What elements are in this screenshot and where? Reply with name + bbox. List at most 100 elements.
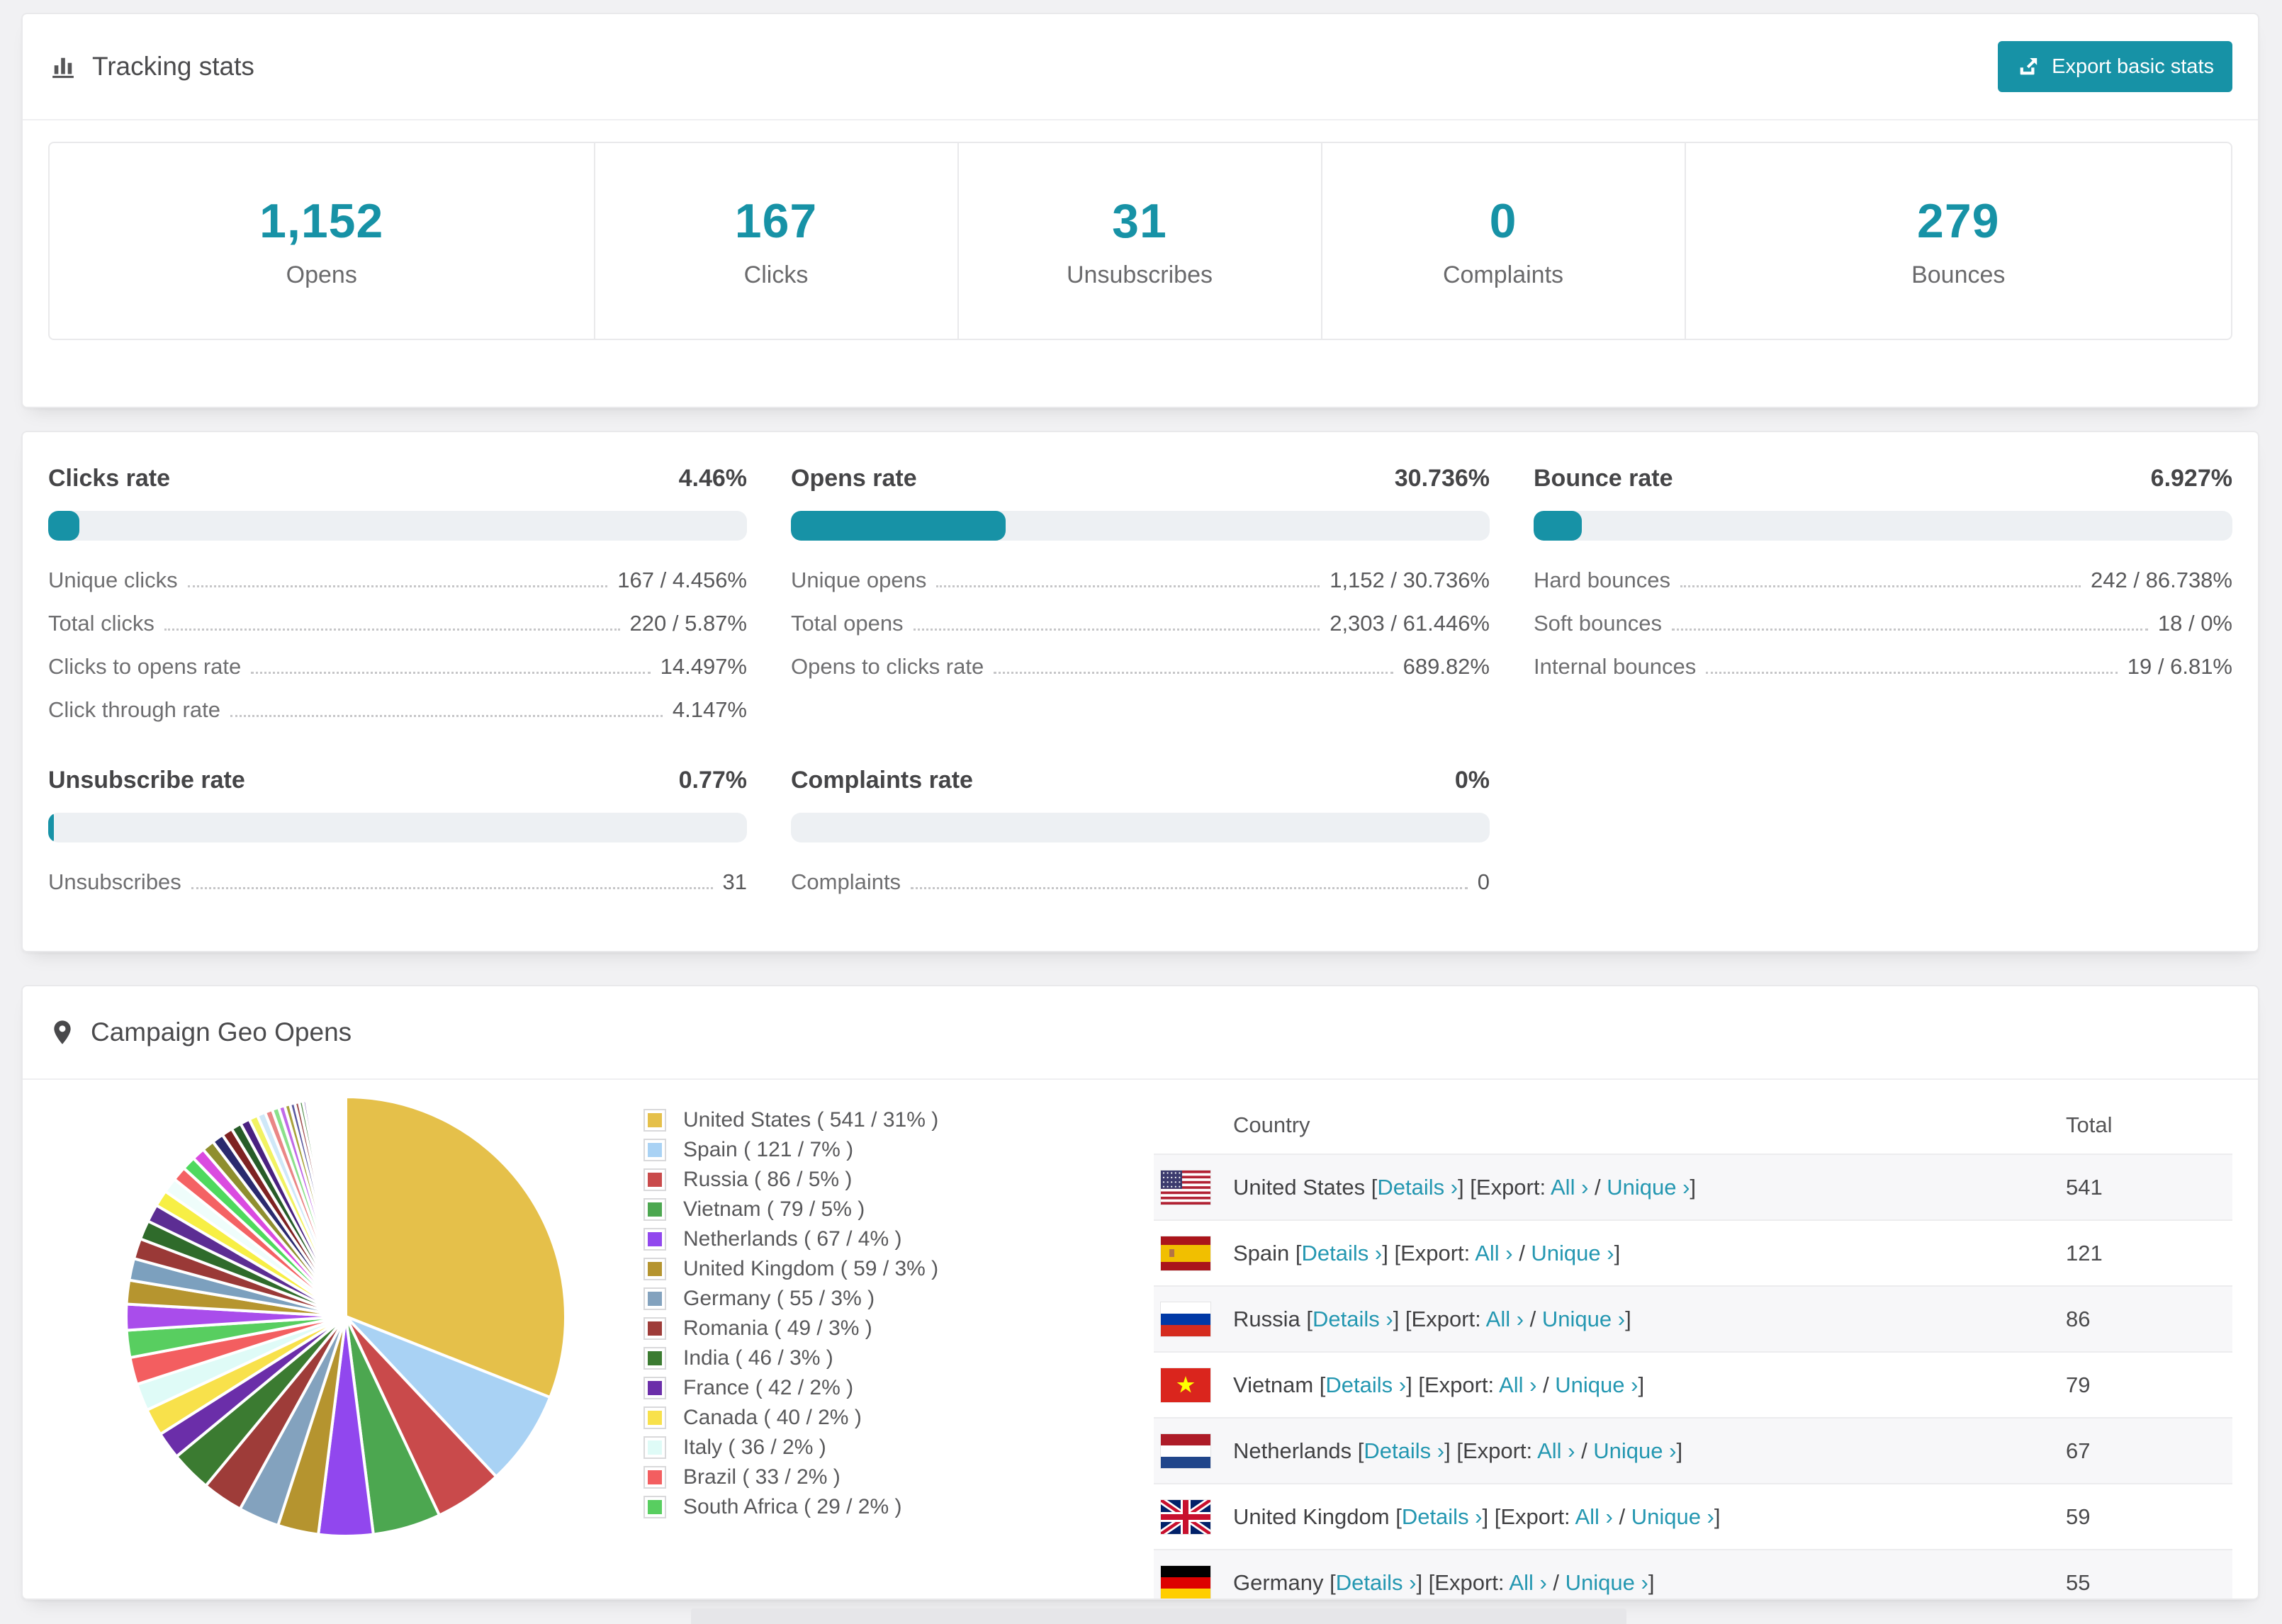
rate-row-value: 19 / 6.81%: [2127, 654, 2232, 679]
rate-row-value: 1,152 / 30.736%: [1330, 568, 1490, 592]
rate-row-value: 4.147%: [672, 697, 747, 722]
legend-item-fr[interactable]: France ( 42 / 2% ): [643, 1373, 1154, 1403]
bracket: ] [: [1482, 1504, 1501, 1529]
export-all-link[interactable]: All ›: [1551, 1175, 1588, 1200]
bracket: ]: [1676, 1438, 1683, 1463]
legend-label: Russia ( 86 / 5% ): [683, 1168, 853, 1191]
bracket: ]: [1714, 1504, 1721, 1529]
rate-value: 0%: [1454, 767, 1490, 794]
legend-label: France ( 42 / 2% ): [683, 1376, 854, 1399]
details-link[interactable]: Details ›: [1377, 1175, 1458, 1200]
flag-de-icon: [1161, 1565, 1210, 1598]
bracket: [: [1295, 1240, 1302, 1265]
legend-item-za[interactable]: South Africa ( 29 / 2% ): [643, 1492, 1154, 1522]
legend-item-es[interactable]: Spain ( 121 / 7% ): [643, 1135, 1154, 1165]
stat-value: 31: [1112, 193, 1167, 248]
details-link[interactable]: Details ›: [1302, 1241, 1383, 1265]
export-all-link[interactable]: All ›: [1575, 1504, 1612, 1529]
rate-block-clicks-rate: Clicks rate 4.46% Unique clicks 167 / 4.456…: [48, 465, 747, 723]
export-unique-link[interactable]: Unique ›: [1607, 1175, 1690, 1200]
rate-row: Opens to clicks rate 689.82%: [791, 654, 1490, 680]
details-link[interactable]: Details ›: [1364, 1438, 1444, 1463]
legend-swatch: [643, 1466, 666, 1489]
export-label: Export:: [1400, 1240, 1476, 1265]
export-all-link[interactable]: All ›: [1499, 1372, 1536, 1397]
rate-row: Total clicks 220 / 5.87%: [48, 611, 747, 636]
legend-item-de[interactable]: Germany ( 55 / 3% ): [643, 1284, 1154, 1314]
stat-box-bounces: 279 Bounces: [1686, 143, 2232, 339]
rate-value: 0.77%: [678, 767, 747, 794]
rate-row-label: Complaints: [791, 869, 901, 894]
legend-item-in[interactable]: India ( 46 / 3% ): [643, 1343, 1154, 1373]
rate-row: Unsubscribes 31: [48, 869, 747, 895]
dotted-leader: [164, 628, 620, 631]
legend-item-ro[interactable]: Romania ( 49 / 3% ): [643, 1314, 1154, 1343]
rate-row-label: Unsubscribes: [48, 869, 181, 894]
tracking-stats-body: 1,152 Opens 167 Clicks 31 Unsubscribes 0 Compla…: [23, 120, 2258, 361]
rates-card: Clicks rate 4.46% Unique clicks 167 / 4.456…: [21, 431, 2259, 952]
legend-swatch: [643, 1258, 666, 1280]
export-basic-stats-button[interactable]: Export basic stats: [1998, 41, 2232, 92]
export-all-link[interactable]: All ›: [1486, 1307, 1524, 1331]
bracket: ] [: [1444, 1438, 1463, 1463]
legend-swatch: [643, 1168, 666, 1191]
export-unique-link[interactable]: Unique ›: [1566, 1570, 1648, 1595]
dotted-leader: [191, 887, 713, 889]
tracking-stats-header: Tracking stats Export basic stats: [23, 14, 2258, 120]
geo-total-cell: 67: [2066, 1438, 2091, 1463]
flag-vn-icon: [1161, 1368, 1210, 1402]
legend-item-it[interactable]: Italy ( 36 / 2% ): [643, 1433, 1154, 1462]
rate-progress-fill: [48, 511, 79, 541]
legend-item-ca[interactable]: Canada ( 40 / 2% ): [643, 1403, 1154, 1433]
geo-table-row-us: United States [Details ›] [Export: All ›…: [1154, 1154, 2232, 1219]
country-name: Vietnam: [1233, 1372, 1320, 1397]
legend-item-gb[interactable]: United Kingdom ( 59 / 3% ): [643, 1254, 1154, 1284]
legend-item-vn[interactable]: Vietnam ( 79 / 5% ): [643, 1195, 1154, 1224]
bracket: ]: [1614, 1240, 1621, 1265]
export-unique-link[interactable]: Unique ›: [1593, 1438, 1676, 1463]
map-pin-icon: [54, 1020, 71, 1044]
geo-opens-pie-chart[interactable]: [119, 1090, 573, 1543]
bracket: [: [1395, 1504, 1402, 1529]
export-unique-link[interactable]: Unique ›: [1542, 1307, 1625, 1331]
campaign-geo-opens-title-text: Campaign Geo Opens: [91, 1017, 352, 1047]
flag-nl-icon: [1161, 1433, 1210, 1468]
details-link[interactable]: Details ›: [1402, 1504, 1483, 1529]
export-all-link[interactable]: All ›: [1509, 1570, 1546, 1595]
legend-swatch: [643, 1406, 666, 1429]
legend-swatch: [643, 1317, 666, 1340]
export-unique-link[interactable]: Unique ›: [1555, 1372, 1638, 1397]
rate-row-label: Soft bounces: [1534, 611, 1662, 636]
dotted-leader: [230, 715, 663, 717]
tracking-stats-title: Tracking stats: [48, 52, 254, 81]
stat-value: 0: [1489, 193, 1517, 248]
geo-total-cell: 541: [2066, 1174, 2103, 1200]
details-link[interactable]: Details ›: [1313, 1307, 1393, 1331]
rate-title: Complaints rate: [791, 767, 973, 794]
bracket: ] [: [1458, 1174, 1476, 1200]
flag-us-icon: [1161, 1170, 1210, 1205]
export-all-link[interactable]: All ›: [1475, 1241, 1512, 1265]
rate-row-label: Opens to clicks rate: [791, 654, 984, 679]
legend-swatch: [643, 1436, 666, 1459]
details-link[interactable]: Details ›: [1336, 1570, 1417, 1595]
geo-table-row-es: Spain [Details ›] [Export: All › / Uniqu…: [1154, 1219, 2232, 1285]
legend-item-br[interactable]: Brazil ( 33 / 2% ): [643, 1462, 1154, 1492]
export-label: Export:: [1411, 1306, 1486, 1331]
export-unique-link[interactable]: Unique ›: [1631, 1504, 1714, 1529]
legend-label: India ( 46 / 3% ): [683, 1346, 833, 1370]
legend-item-us[interactable]: United States ( 541 / 31% ): [643, 1105, 1154, 1135]
details-link[interactable]: Details ›: [1325, 1372, 1406, 1397]
rate-block-opens-rate: Opens rate 30.736% Unique opens 1,152 / 30.…: [791, 465, 1490, 723]
export-label: Export:: [1424, 1372, 1500, 1397]
geo-country-cell: United States [Details ›] [Export: All ›…: [1233, 1175, 2066, 1200]
dotted-leader: [911, 887, 1468, 889]
export-unique-link[interactable]: Unique ›: [1531, 1241, 1614, 1265]
legend-item-nl[interactable]: Netherlands ( 67 / 4% ): [643, 1224, 1154, 1254]
rate-progress-fill: [48, 813, 54, 842]
export-all-link[interactable]: All ›: [1537, 1438, 1575, 1463]
legend-item-ru[interactable]: Russia ( 86 / 5% ): [643, 1165, 1154, 1195]
geo-table-row-vn: Vietnam [Details ›] [Export: All › / Uni…: [1154, 1351, 2232, 1417]
legend-swatch: [643, 1347, 666, 1370]
rate-row-value: 31: [722, 869, 747, 894]
